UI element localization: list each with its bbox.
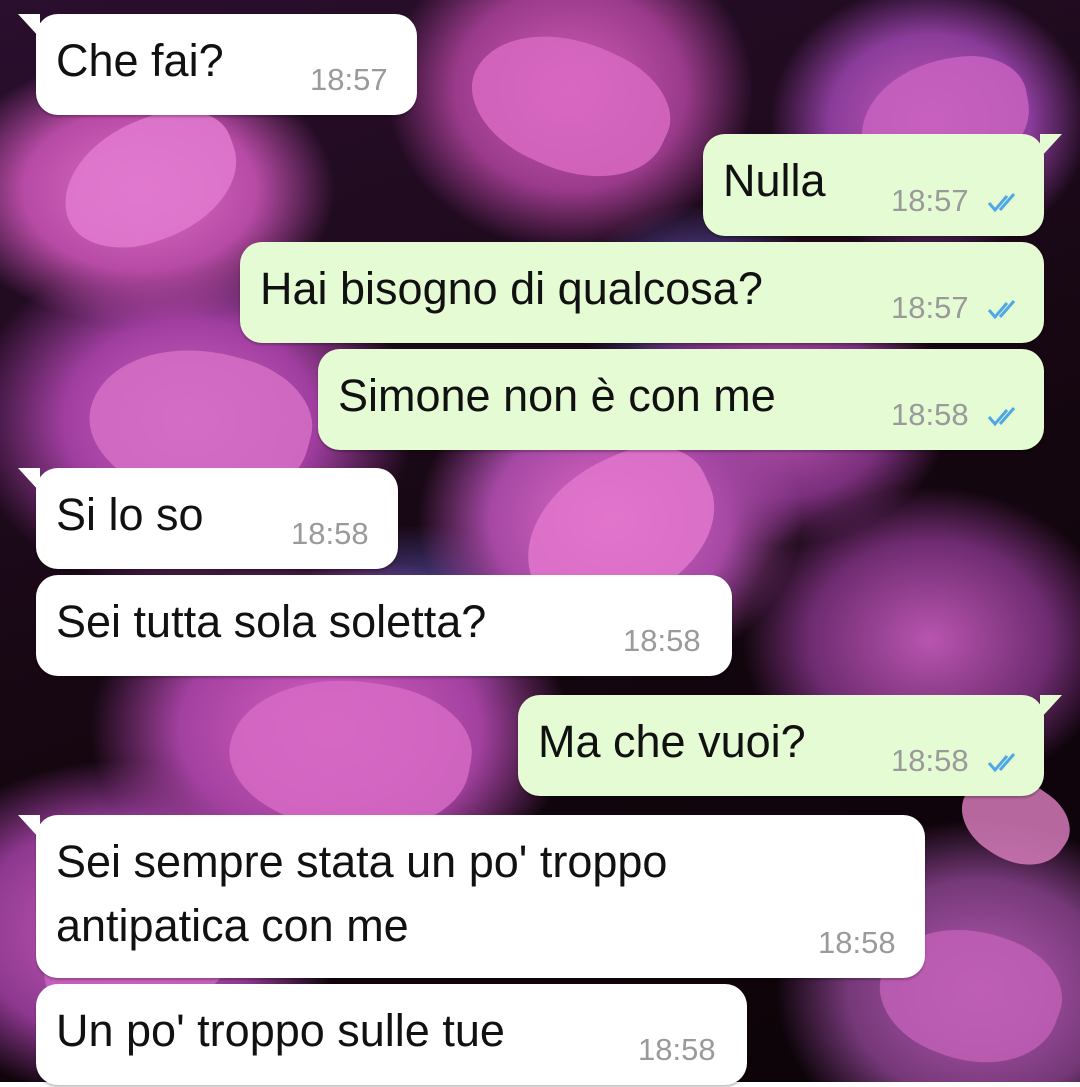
bubble-tail xyxy=(18,815,40,839)
outgoing-message[interactable]: Hai bisogno di qualcosa? 18:57 xyxy=(240,242,1044,343)
bubble-tail xyxy=(18,468,40,492)
message-text: Che fai? xyxy=(56,35,224,86)
message-text: Hai bisogno di qualcosa? xyxy=(260,263,763,314)
message-text-line: Sei sempre stata un po' troppo xyxy=(56,836,668,887)
incoming-message[interactable]: Sei tutta sola soletta? 18:58 xyxy=(36,575,732,676)
message-text: Simone non è con me xyxy=(338,370,776,421)
read-double-check-icon xyxy=(987,300,1016,320)
message-time: 18:58 xyxy=(291,516,369,551)
read-double-check-icon xyxy=(987,407,1016,427)
message-time: 18:57 xyxy=(310,62,388,97)
message-text-line: antipatica con me xyxy=(56,900,409,951)
message-time: 18:58 xyxy=(891,397,969,432)
read-double-check-icon xyxy=(987,753,1016,773)
message-time: 18:58 xyxy=(891,743,969,778)
message-text: Sei tutta sola soletta? xyxy=(56,596,487,647)
outgoing-message[interactable]: Simone non è con me 18:58 xyxy=(318,349,1044,450)
incoming-message[interactable]: Sei sempre stata un po' troppo antipatic… xyxy=(36,815,925,978)
message-time: 18:57 xyxy=(891,290,969,325)
message-text: Ma che vuoi? xyxy=(538,716,806,767)
outgoing-message[interactable]: Nulla 18:57 xyxy=(703,134,1044,236)
message-text: Si lo so xyxy=(56,489,204,540)
message-text: Un po' troppo sulle tue xyxy=(56,1005,505,1056)
bubble-tail xyxy=(1040,695,1062,719)
message-text: Nulla xyxy=(723,155,826,206)
bubble-tail xyxy=(18,14,40,38)
chat-message-list: Che fai? 18:57 Nulla 18:57 Hai bisogno d… xyxy=(0,0,1080,1085)
message-time: 18:58 xyxy=(638,1032,716,1067)
read-double-check-icon xyxy=(987,193,1016,213)
message-time: 18:58 xyxy=(623,623,701,658)
message-time: 18:58 xyxy=(818,925,896,960)
incoming-message[interactable]: Che fai? 18:57 xyxy=(36,14,417,115)
outgoing-message[interactable]: Ma che vuoi? 18:58 xyxy=(518,695,1044,796)
incoming-message[interactable]: Si lo so 18:58 xyxy=(36,468,398,569)
bubble-tail xyxy=(1040,134,1062,158)
message-time: 18:57 xyxy=(891,183,969,218)
incoming-message[interactable]: Un po' troppo sulle tue 18:58 xyxy=(36,984,747,1085)
